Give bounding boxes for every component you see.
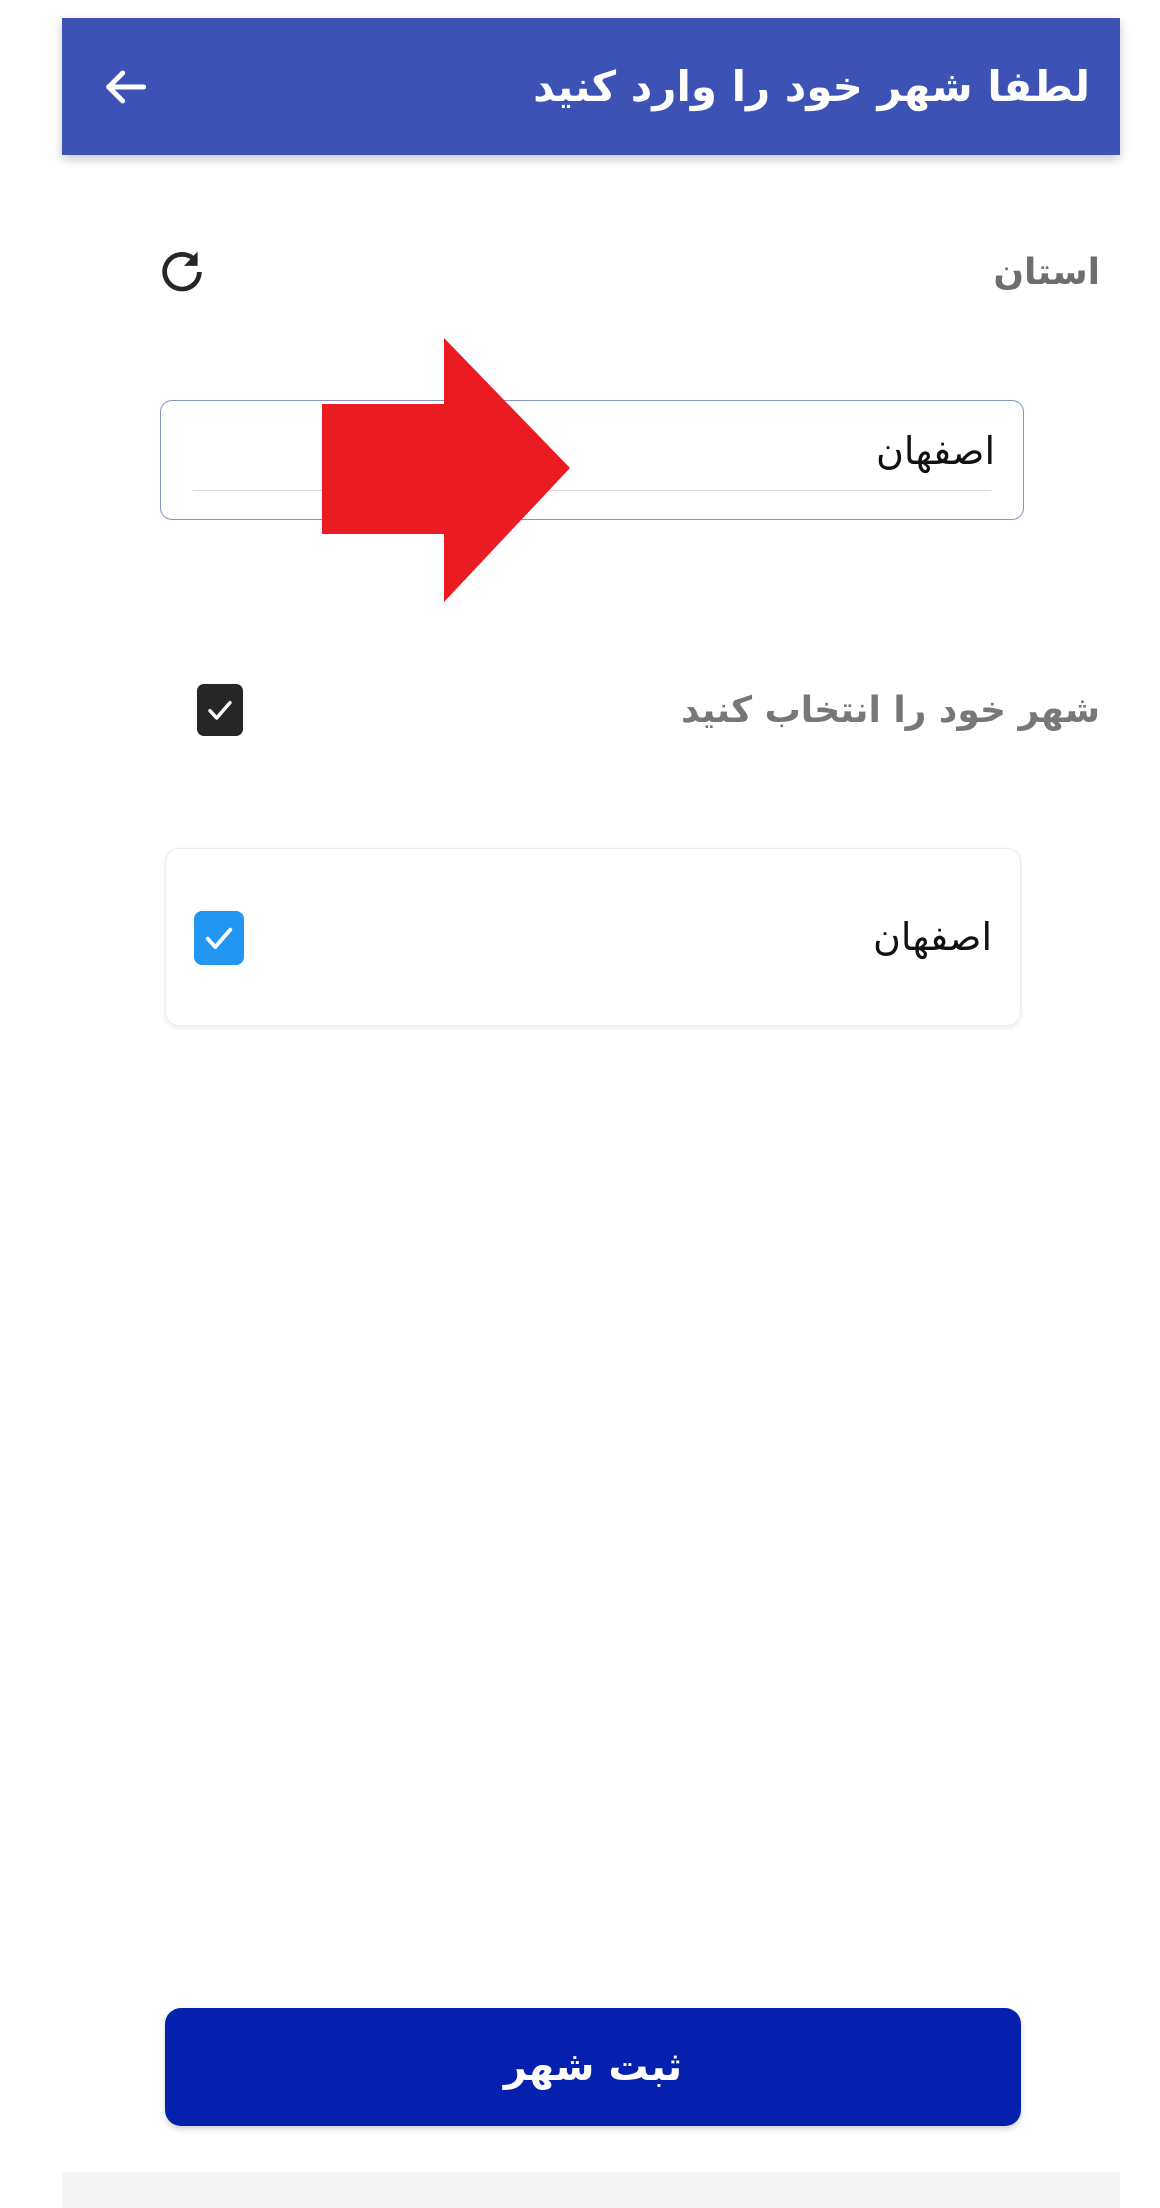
city-checkbox[interactable] [194,911,244,965]
refresh-icon [156,246,208,298]
arrow-left-icon [97,59,153,115]
province-input[interactable]: اصفهان [160,400,1024,520]
page-title: لطفا شهر خود را وارد کنید [533,61,1090,111]
select-city-checkbox[interactable] [197,684,243,736]
province-label: استان [993,251,1100,293]
page-surface [62,0,1120,2172]
province-label-row: استان [62,236,1120,308]
city-name: اصفهان [872,915,992,959]
bottom-system-strip [62,2172,1120,2208]
submit-city-button[interactable]: ثبت شهر [165,2008,1021,2126]
select-city-row: شهر خود را انتخاب کنید [62,662,1120,758]
back-button[interactable] [84,46,166,128]
province-input-value[interactable]: اصفهان [876,415,995,487]
check-icon [201,920,237,956]
select-city-label: شهر خود را انتخاب کنید [680,689,1100,731]
check-icon [204,694,236,726]
city-list-item[interactable]: اصفهان [165,848,1021,1026]
app-bar: لطفا شهر خود را وارد کنید [62,18,1120,155]
province-input-underline [193,489,991,491]
refresh-button[interactable] [148,238,216,306]
app-screen: لطفا شهر خود را وارد کنید استان اصفهان ش… [0,0,1160,2208]
